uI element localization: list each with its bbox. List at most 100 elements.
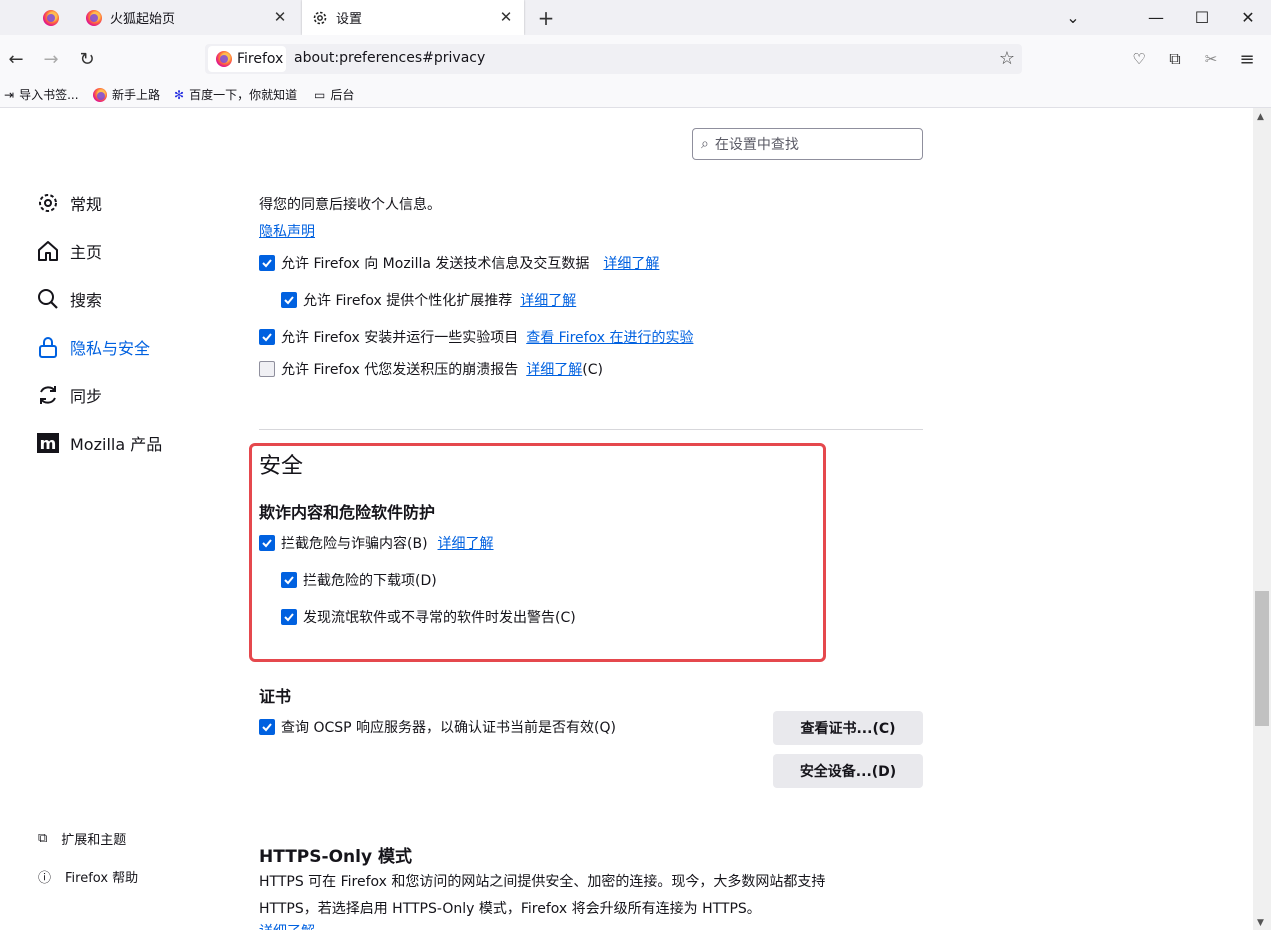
tab-settings[interactable]: 设置 ✕ bbox=[302, 0, 524, 35]
folder-icon: ▭ bbox=[314, 87, 326, 102]
option-label: 允许 Firefox 向 Mozilla 发送技术信息及交互数据 bbox=[281, 256, 590, 272]
back-button[interactable]: ← bbox=[2, 45, 30, 73]
option-extension-recommendations[interactable]: 允许 Firefox 提供个性化扩展推荐 详细了解 bbox=[281, 290, 576, 310]
pocket-icon[interactable]: ♡ bbox=[1125, 45, 1153, 73]
checkbox-checked[interactable] bbox=[259, 255, 275, 271]
bookmark-baidu[interactable]: ✻ 百度一下，你就知道 bbox=[174, 86, 297, 103]
scroll-up-arrow-icon[interactable]: ▲ bbox=[1257, 112, 1264, 122]
checkbox-checked[interactable] bbox=[259, 719, 275, 735]
gear-icon bbox=[313, 11, 327, 24]
category-privacy[interactable]: 隐私与安全 bbox=[36, 335, 150, 359]
extensions-icon[interactable]: ⧉ bbox=[1161, 45, 1189, 73]
minimize-button[interactable]: — bbox=[1133, 0, 1179, 35]
url-text[interactable]: about:preferences#privacy bbox=[294, 50, 485, 66]
https-only-learn-more-link[interactable]: 详细了解 bbox=[259, 921, 315, 930]
option-studies[interactable]: 允许 Firefox 安装并运行一些实验项目 查看 Firefox 在进行的实验 bbox=[259, 327, 693, 347]
learn-more-link[interactable]: 详细了解 bbox=[520, 290, 576, 310]
security-devices-button[interactable]: 安全设备...(D) bbox=[773, 754, 923, 788]
svg-text:m: m bbox=[40, 434, 57, 453]
footer-extensions-themes[interactable]: ⧉ 扩展和主题 bbox=[38, 829, 126, 848]
close-window-button[interactable]: ✕ bbox=[1225, 0, 1271, 35]
category-search[interactable]: 搜索 bbox=[36, 287, 102, 311]
settings-search-input[interactable]: ⌕ 在设置中查找 bbox=[692, 128, 923, 160]
tab-label: 火狐起始页 bbox=[110, 12, 176, 27]
category-label: 搜索 bbox=[70, 291, 103, 310]
bookmark-label: 后台 bbox=[330, 88, 355, 102]
footer-label: Firefox 帮助 bbox=[65, 871, 139, 886]
tab-label: 设置 bbox=[336, 12, 363, 27]
category-label: 常规 bbox=[70, 195, 103, 214]
option-label: 发现流氓软件或不寻常的软件时发出警告(C) bbox=[303, 610, 576, 626]
bookmark-label: 导入书签... bbox=[19, 88, 79, 102]
new-tab-button[interactable]: + bbox=[533, 0, 559, 35]
option-block-dangerous[interactable]: 拦截危险与诈骗内容(B) 详细了解 bbox=[259, 533, 494, 553]
security-title: 安全 bbox=[259, 454, 304, 479]
phishing-protection-title: 欺诈内容和危险软件防护 bbox=[259, 503, 436, 522]
option-telemetry[interactable]: 允许 Firefox 向 Mozilla 发送技术信息及交互数据 详细了解 bbox=[259, 253, 659, 273]
checkbox-unchecked[interactable] bbox=[259, 361, 275, 377]
tab-bar: 火狐起始页 ✕ 设置 ✕ + ⌄ — ☐ ✕ bbox=[0, 0, 1271, 35]
menu-icon[interactable]: ≡ bbox=[1233, 45, 1261, 73]
checkbox-checked[interactable] bbox=[259, 329, 275, 345]
checkbox-checked[interactable] bbox=[281, 572, 297, 588]
tab-firefox-home[interactable]: 火狐起始页 ✕ bbox=[76, 0, 298, 35]
checkbox-checked[interactable] bbox=[281, 609, 297, 625]
category-label: Mozilla 产品 bbox=[70, 435, 163, 454]
bookmark-label: 百度一下，你就知道 bbox=[189, 88, 298, 102]
footer-firefox-help[interactable]: ⓘ Firefox 帮助 bbox=[38, 867, 138, 886]
close-tab-icon[interactable]: ✕ bbox=[272, 9, 288, 25]
checkbox-checked[interactable] bbox=[281, 292, 297, 308]
option-ocsp[interactable]: 查询 OCSP 响应服务器，以确认证书当前是否有效(Q) bbox=[259, 717, 616, 737]
screenshot-icon[interactable]: ✂ bbox=[1197, 45, 1225, 73]
https-only-description-2: HTTPS，若选择启用 HTTPS-Only 模式，Firefox 将会升级所有… bbox=[259, 901, 761, 917]
bookmark-import[interactable]: ⇥ 导入书签... bbox=[4, 86, 79, 103]
option-warn-unwanted[interactable]: 发现流氓软件或不寻常的软件时发出警告(C) bbox=[281, 607, 576, 627]
maximize-button[interactable]: ☐ bbox=[1179, 0, 1225, 35]
category-label: 同步 bbox=[70, 387, 103, 406]
scrollbar-thumb[interactable] bbox=[1255, 591, 1269, 726]
bookmark-folder-admin[interactable]: ▭ 后台 bbox=[314, 86, 354, 103]
import-icon: ⇥ bbox=[4, 87, 15, 102]
view-studies-link[interactable]: 查看 Firefox 在进行的实验 bbox=[526, 327, 693, 347]
section-divider bbox=[259, 429, 923, 430]
category-mozilla-products[interactable]: m Mozilla 产品 bbox=[36, 431, 162, 455]
puzzle-icon: ⧉ bbox=[38, 831, 48, 846]
search-icon: ⌕ bbox=[701, 136, 709, 152]
close-tab-icon[interactable]: ✕ bbox=[498, 9, 514, 25]
learn-more-link[interactable]: 详细了解 bbox=[603, 253, 659, 273]
checkbox-checked[interactable] bbox=[259, 535, 275, 551]
option-label: 查询 OCSP 响应服务器，以确认证书当前是否有效(Q) bbox=[281, 720, 616, 736]
scroll-down-arrow-icon[interactable]: ▼ bbox=[1257, 918, 1264, 928]
https-only-description-1: HTTPS 可在 Firefox 和您访问的网站之间提供安全、加密的连接。现今，… bbox=[259, 874, 826, 890]
learn-more-link[interactable]: 详细了解 bbox=[438, 533, 494, 553]
category-sync[interactable]: 同步 bbox=[36, 383, 102, 407]
https-only-title: HTTPS-Only 模式 bbox=[259, 847, 412, 867]
scrollbar[interactable]: ▲ ▼ bbox=[1253, 108, 1271, 930]
reload-button[interactable]: ↻ bbox=[73, 45, 101, 73]
url-bar[interactable]: Firefox about:preferences#privacy ☆ bbox=[205, 44, 1022, 74]
option-crash-reports[interactable]: 允许 Firefox 代您发送积压的崩溃报告 详细了解(C) bbox=[259, 359, 603, 379]
category-home[interactable]: 主页 bbox=[36, 239, 102, 263]
bookmark-getting-started[interactable]: 新手上路 bbox=[93, 86, 160, 103]
firefox-logo-icon bbox=[43, 9, 59, 26]
view-certificates-button[interactable]: 查看证书...(C) bbox=[773, 711, 923, 745]
bookmark-star-icon[interactable]: ☆ bbox=[999, 48, 1015, 69]
search-icon bbox=[38, 289, 58, 309]
firefox-logo-icon bbox=[86, 9, 102, 26]
firefox-logo-icon bbox=[93, 87, 107, 102]
data-collection-intro: 得您的同意后接收个人信息。 bbox=[259, 197, 441, 213]
option-label: 允许 Firefox 代您发送积压的崩溃报告 bbox=[281, 362, 519, 378]
bookmarks-bar: ⇥ 导入书签... 新手上路 ✻ 百度一下，你就知道 ▭ 后台 bbox=[0, 82, 1271, 108]
option-label: 拦截危险与诈骗内容(B) bbox=[281, 536, 428, 552]
privacy-notice-link[interactable]: 隐私声明 bbox=[259, 221, 315, 241]
list-tabs-icon[interactable]: ⌄ bbox=[1050, 0, 1096, 35]
tab-firefox-pinned[interactable] bbox=[30, 0, 72, 35]
accesskey-label: (C) bbox=[582, 362, 603, 378]
category-general[interactable]: 常规 bbox=[36, 191, 102, 215]
category-label: 隐私与安全 bbox=[70, 339, 151, 358]
option-block-downloads[interactable]: 拦截危险的下载项(D) bbox=[281, 570, 437, 590]
identity-box[interactable]: Firefox bbox=[208, 46, 286, 72]
learn-more-link[interactable]: 详细了解 bbox=[526, 362, 582, 378]
forward-button[interactable]: → bbox=[37, 45, 65, 73]
preferences-content: ⌕ 在设置中查找 常规 主页 搜索 隐私与安全 同步 m Mozilla 产品 … bbox=[0, 108, 1253, 930]
